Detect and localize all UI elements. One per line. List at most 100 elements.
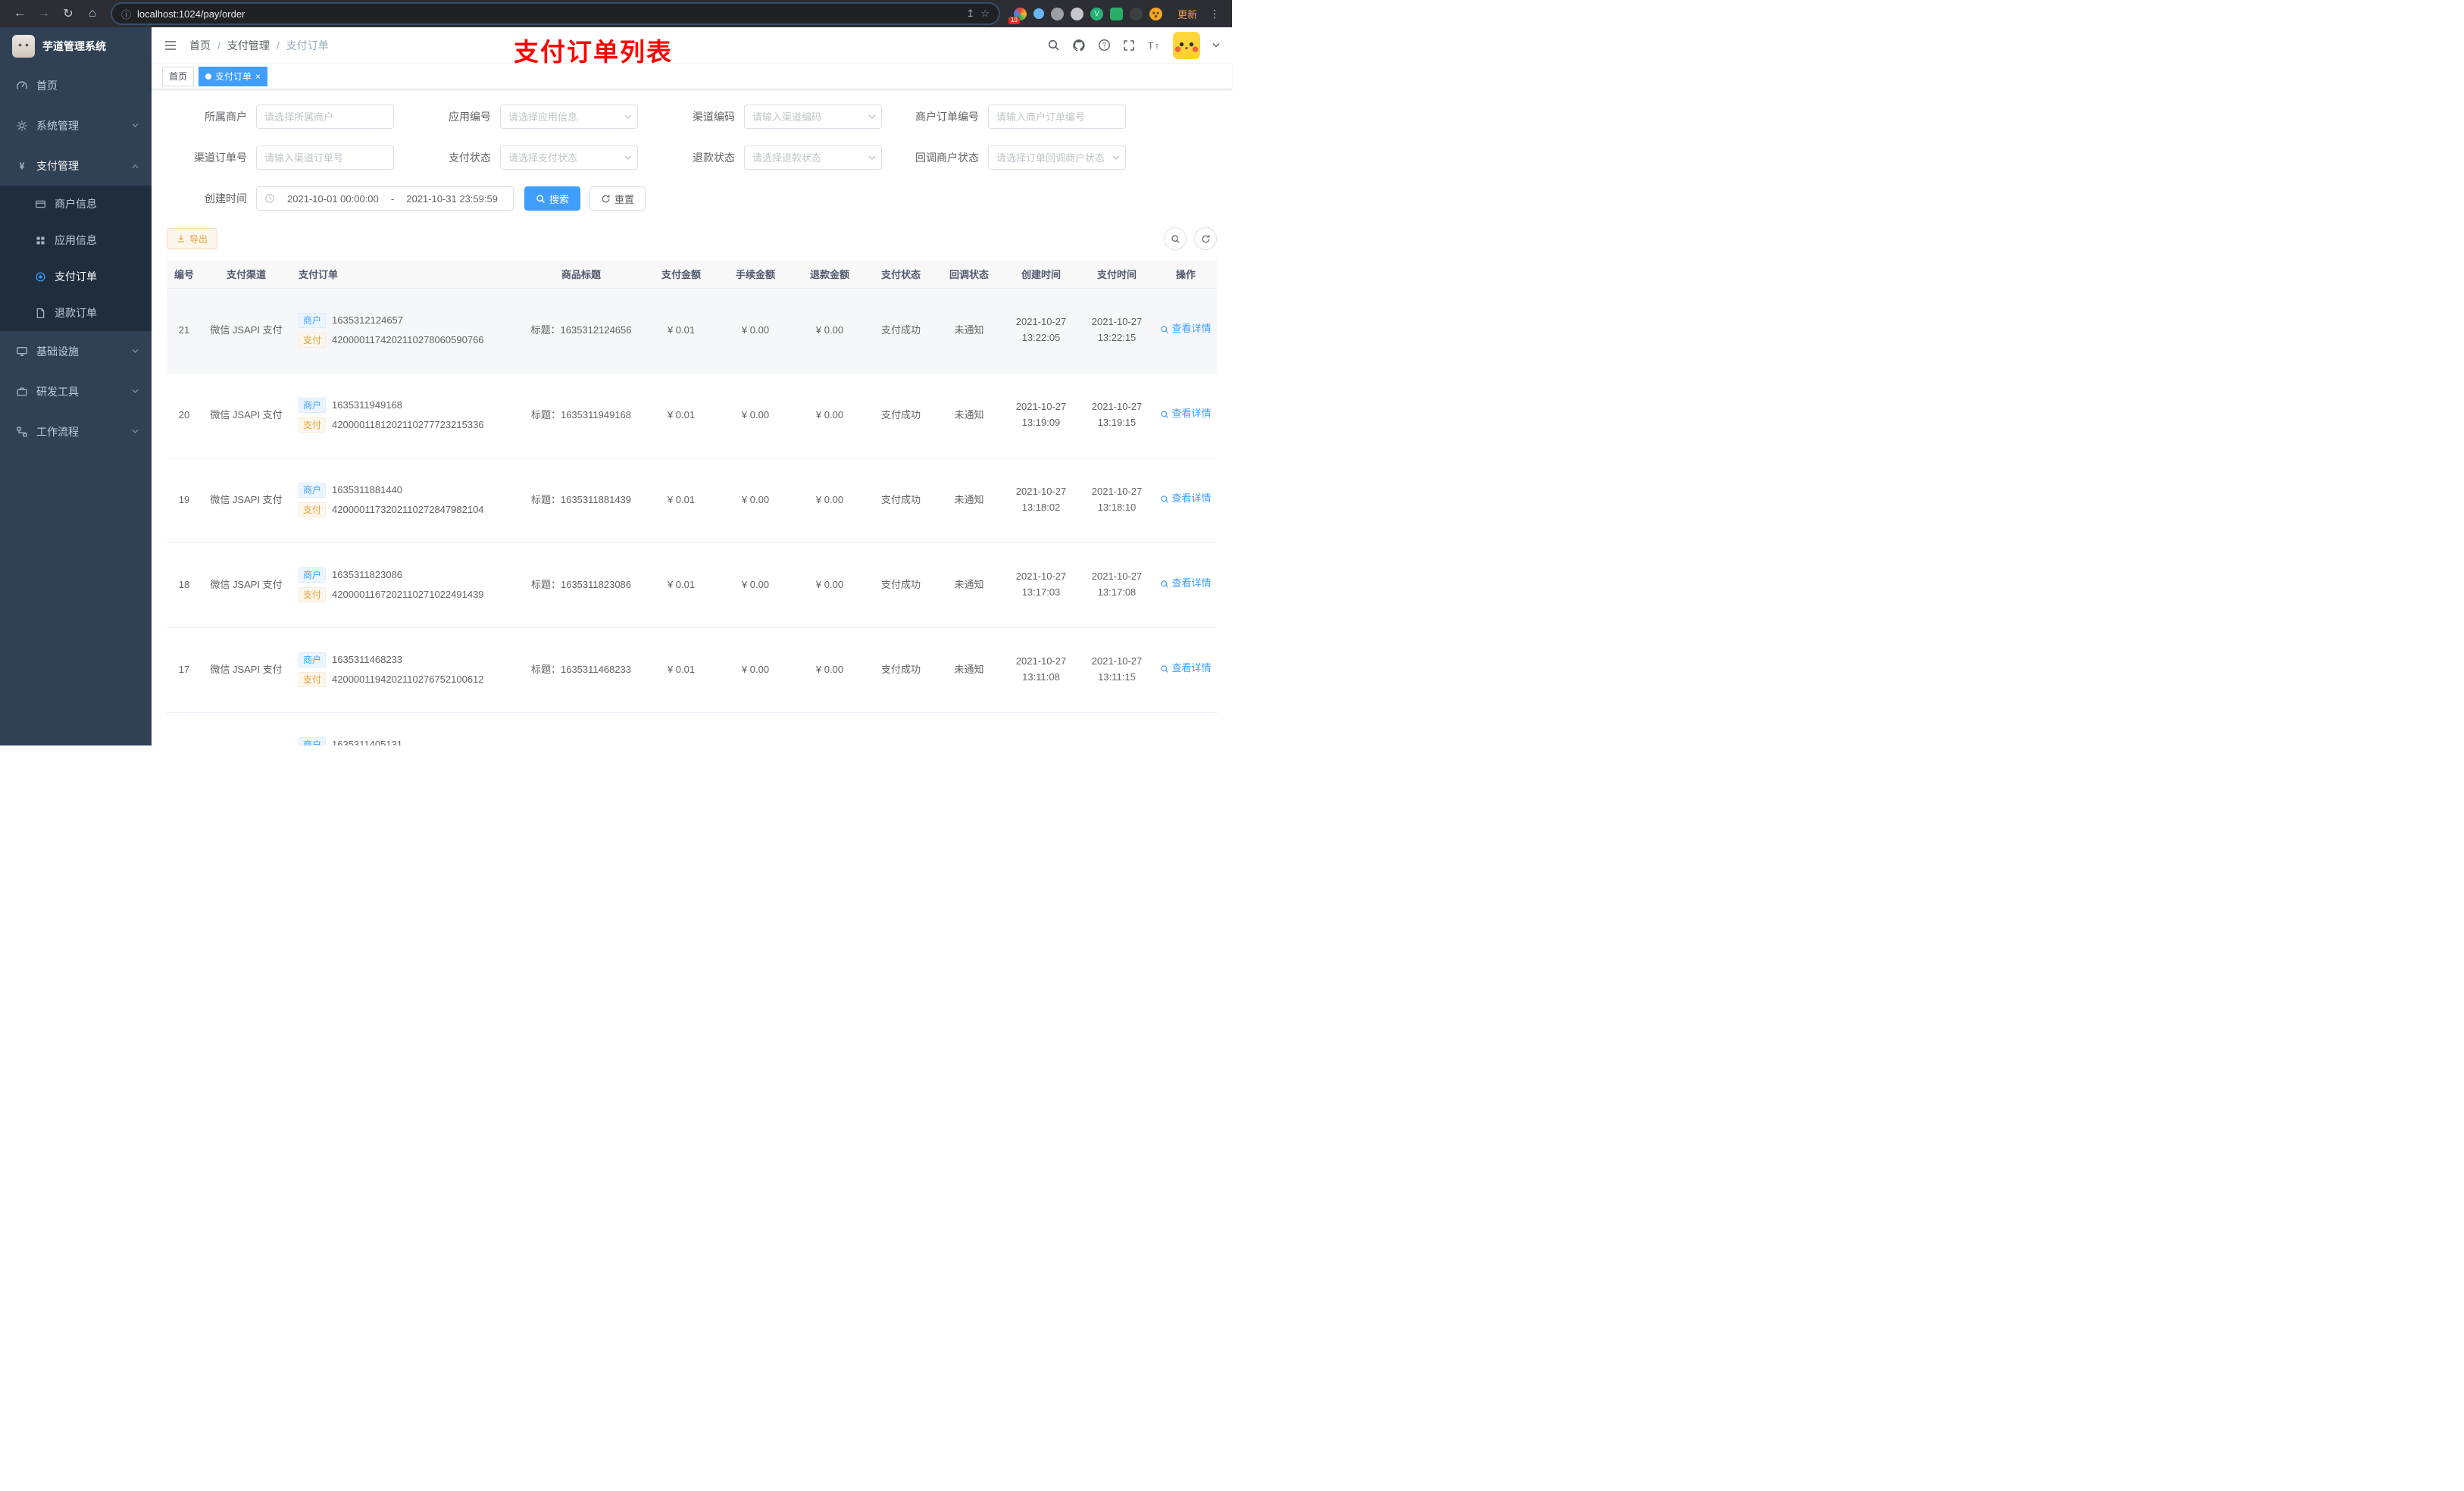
sidebar-item-home[interactable]: 首页 [0, 65, 152, 105]
field-label: 所属商户 [205, 111, 247, 123]
channel-order-no-input[interactable] [256, 145, 394, 170]
cell-channel [202, 712, 291, 746]
cell-id: 19 [167, 458, 202, 543]
refresh-table-button[interactable] [1194, 227, 1217, 250]
col-pay-time: 支付时间 [1079, 261, 1155, 289]
browser-refresh-icon[interactable]: ↻ [58, 3, 79, 24]
export-button[interactable]: 导出 [167, 228, 218, 249]
filter-channel-order-no: 渠道订单号 [167, 145, 411, 170]
extension-icon[interactable]: 10 [1008, 7, 1027, 24]
browser-menu-icon[interactable]: ⋮ [1206, 8, 1223, 20]
extension-icon[interactable] [1033, 8, 1044, 19]
sidebar-item-app-info[interactable]: 应用信息 [0, 222, 152, 258]
browser-chrome: ← → ↻ ⌂ ⓘ localhost:1024/pay/order ↥ ☆ 1… [0, 0, 1232, 27]
vue-devtools-icon[interactable]: V [1090, 7, 1103, 20]
sidebar-item-refund-order[interactable]: 退款订单 [0, 295, 152, 331]
browser-address-bar[interactable]: ⓘ localhost:1024/pay/order ↥ ☆ [112, 4, 999, 23]
sidebar-item-merchant-info[interactable]: 商户信息 [0, 186, 152, 222]
cell-create-time: 2021-10-27 13:22:05 [1003, 288, 1079, 374]
col-title: 商品标题 [518, 261, 644, 289]
merchant-order-number: 1635312124657 [332, 314, 404, 326]
fullscreen-icon[interactable] [1123, 39, 1135, 52]
page-content: 所属商户 应用编号 渠道编码 商户订单编号 渠道订单号 [152, 89, 1232, 746]
flow-icon [15, 425, 29, 439]
sidebar-item-label: 研发工具 [36, 385, 79, 398]
browser-back-icon[interactable]: ← [9, 3, 30, 24]
cell-pay-time [1079, 712, 1155, 746]
view-detail-link[interactable]: 查看详情 [1160, 491, 1212, 507]
extension-icon[interactable] [1050, 7, 1064, 20]
chevron-down-icon [624, 155, 632, 161]
breadcrumb-home[interactable]: 首页 [189, 38, 211, 53]
cell-pay-time: 2021-10-27 13:11:15 [1079, 627, 1155, 713]
sidebar-toggle-icon[interactable] [164, 39, 177, 52]
view-detail-link[interactable]: 查看详情 [1160, 661, 1212, 677]
sidebar-item-payment[interactable]: ¥ 支付管理 [0, 145, 152, 186]
font-size-icon[interactable]: TT [1147, 39, 1161, 52]
filter-create-time: 创建时间 2021-10-01 00:00:00 - 2021-10-31 23… [167, 186, 514, 211]
share-icon[interactable]: ↥ [966, 8, 974, 20]
browser-extensions: 10 V [1008, 7, 1162, 24]
extension-badge: 10 [1008, 16, 1020, 24]
search-icon[interactable] [1047, 39, 1060, 52]
github-icon[interactable] [1072, 39, 1086, 52]
cell-actions: 查看详情 [1155, 542, 1217, 628]
col-channel: 支付渠道 [202, 261, 291, 289]
refund-status-select[interactable] [744, 145, 882, 170]
breadcrumb-payment[interactable]: 支付管理 [227, 38, 270, 53]
sidebar-item-workflow[interactable]: 工作流程 [0, 411, 152, 452]
pay-status-select[interactable] [500, 145, 638, 170]
col-pay-status: 支付状态 [867, 261, 935, 289]
view-detail-link[interactable]: 查看详情 [1160, 321, 1212, 337]
sidebar-item-infra[interactable]: 基础设施 [0, 331, 152, 371]
channel-transaction-number: 4200001167202110271022491439 [332, 588, 484, 600]
browser-home-icon[interactable]: ⌂ [82, 3, 103, 24]
bookmark-star-icon[interactable]: ☆ [980, 8, 990, 20]
filter-row-3: 创建时间 2021-10-01 00:00:00 - 2021-10-31 23… [167, 186, 1217, 211]
view-detail-link[interactable]: 查看详情 [1160, 576, 1212, 592]
page-info-icon[interactable]: ⓘ [121, 7, 131, 21]
cell-id: 18 [167, 542, 202, 628]
browser-update-button[interactable]: 更新 [1171, 5, 1203, 23]
card-icon [33, 197, 47, 211]
app-logo: 芋道管理系统 [0, 27, 152, 65]
cell-pay-status [867, 712, 935, 746]
user-avatar[interactable] [1173, 31, 1200, 59]
channel-code-select[interactable] [744, 105, 882, 129]
app-id-select[interactable] [500, 105, 638, 129]
view-detail-link[interactable]: 查看详情 [1160, 406, 1212, 422]
merchant-select[interactable] [256, 105, 394, 129]
cell-refund: ¥ 0.00 [793, 288, 867, 374]
tab-home[interactable]: 首页 [162, 66, 195, 86]
cell-order: 商户 1635311468233 支付 42000011942021102767… [291, 627, 518, 713]
merchant-tag: 商户 [299, 737, 327, 746]
cell-pay-status: 支付成功 [867, 458, 935, 543]
sidebar-item-devtools[interactable]: 研发工具 [0, 371, 152, 411]
extension-icon[interactable] [1109, 7, 1123, 20]
cell-create-time [1003, 712, 1079, 746]
channel-transaction-number: 4200001173202110272847982104 [332, 503, 484, 515]
merchant-order-no-input[interactable] [988, 105, 1126, 129]
active-tab-dot [205, 73, 212, 80]
search-button[interactable]: 搜索 [524, 186, 581, 211]
sidebar-item-system[interactable]: 系统管理 [0, 105, 152, 145]
sidebar-item-pay-order[interactable]: 支付订单 [0, 258, 152, 295]
monitor-icon [15, 345, 29, 358]
help-icon[interactable]: ? [1098, 39, 1111, 52]
tab-pay-order[interactable]: 支付订单 × [199, 66, 268, 86]
close-icon[interactable]: × [255, 72, 261, 81]
reset-button[interactable]: 重置 [589, 186, 646, 211]
date-range-picker[interactable]: 2021-10-01 00:00:00 - 2021-10-31 23:59:5… [256, 186, 514, 211]
toggle-search-button[interactable] [1164, 227, 1187, 250]
cell-notify-status: 未通知 [935, 458, 1003, 543]
pin-icon[interactable] [1129, 7, 1143, 20]
cell-create-time: 2021-10-27 13:18:02 [1003, 458, 1079, 543]
chevron-down-icon[interactable] [1212, 42, 1220, 48]
chevron-up-icon [131, 160, 139, 172]
cell-title: 标题：1635311881439 [518, 458, 644, 543]
browser-forward-icon[interactable]: → [33, 3, 55, 24]
extension-icon[interactable] [1070, 7, 1083, 20]
toolbox-icon [15, 385, 29, 399]
profile-avatar-icon[interactable] [1149, 7, 1162, 20]
notify-status-select[interactable] [988, 145, 1126, 170]
